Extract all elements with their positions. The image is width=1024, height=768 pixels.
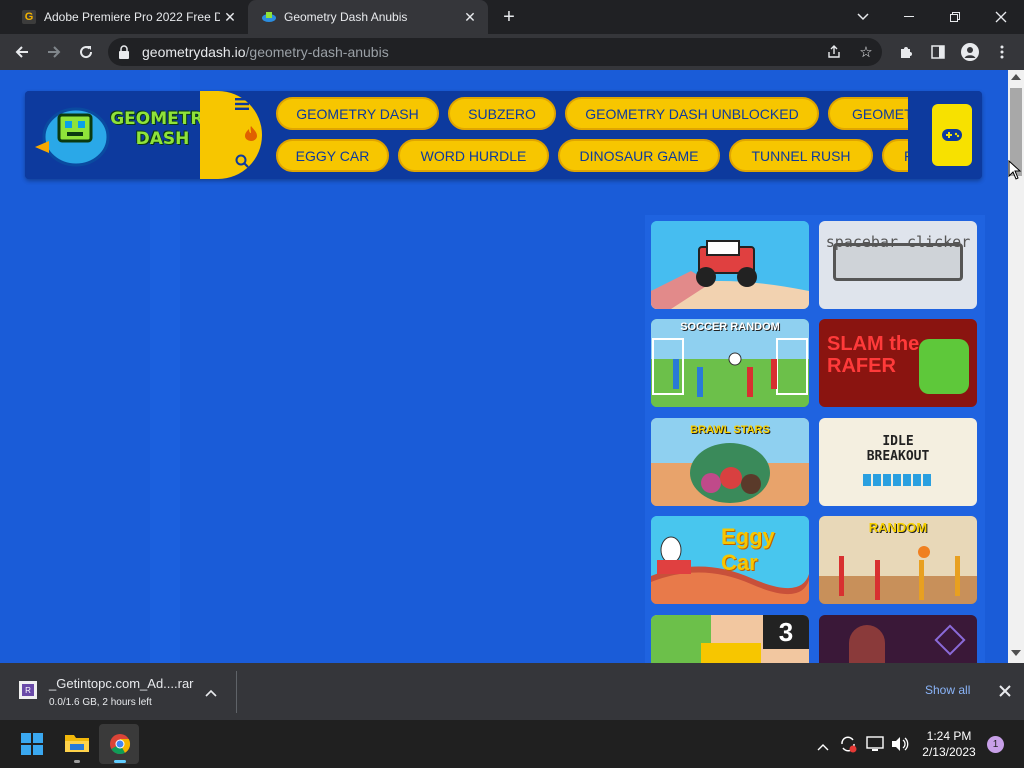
notification-count-badge[interactable]: 1 (987, 736, 1004, 753)
card-label: 3 (763, 615, 809, 649)
nav-links: GEOMETRY DASH SUBZERO GEOMETRY DASH UNBL… (272, 91, 908, 179)
card-label: IDLE BREAKOUT (866, 434, 930, 464)
site-logo[interactable]: GEOMETRY DASH (25, 91, 225, 179)
nav-link-geometry-dash-unblocked[interactable]: GEOMETRY DASH UNBLOCKED (565, 97, 819, 130)
geometry-dash-favicon-icon (262, 10, 276, 24)
close-window-button[interactable] (978, 0, 1024, 34)
sync-status-icon[interactable] (839, 735, 857, 753)
game-card-dark-game[interactable] (819, 615, 977, 663)
flame-hot-icon[interactable] (241, 123, 261, 143)
nav-link-eggy-car[interactable]: EGGY CAR (276, 139, 389, 172)
taskbar-active-indicator (114, 760, 126, 763)
mouse-cursor-icon (1008, 159, 1022, 180)
rar-file-icon: R (17, 679, 39, 701)
taskbar-indicator (74, 760, 80, 763)
card-label: Eggy Car (721, 524, 775, 575)
restore-button[interactable] (932, 0, 978, 34)
gamepad-icon (942, 129, 962, 141)
monster-truck-thumbnail (651, 221, 809, 309)
forward-arrow-icon[interactable] (42, 40, 66, 64)
extensions-puzzle-icon[interactable] (894, 40, 918, 64)
show-all-downloads-link[interactable]: Show all (925, 683, 970, 697)
card-label: BRAWL STARS (690, 424, 770, 436)
game-card-eggy-car[interactable]: Eggy Car (651, 516, 809, 604)
chrome-icon[interactable] (109, 733, 131, 755)
url-path: /geometry-dash-anubis (245, 44, 389, 60)
game-card-basket-random[interactable]: RANDOM (819, 516, 977, 604)
tab-search-chevron-icon[interactable] (840, 0, 886, 34)
tab-close-icon[interactable]: ✕ (460, 7, 480, 27)
url-domain: geometrydash.io (142, 44, 246, 60)
bookmark-star-icon[interactable]: ☆ (854, 40, 878, 64)
taskbar-date[interactable]: 2/13/2023 (920, 745, 978, 759)
nav-link-dinosaur-game[interactable]: DINOSAUR GAME (558, 139, 720, 172)
scroll-up-arrow-icon[interactable] (1011, 74, 1021, 80)
bus-graphic (701, 643, 761, 663)
share-icon[interactable] (822, 40, 846, 64)
nav-link-geometry-dash[interactable]: GEOMETRY DASH (276, 97, 439, 130)
svg-text:R: R (25, 686, 31, 695)
gamepad-button[interactable] (932, 104, 972, 166)
minimize-button[interactable] (886, 0, 932, 34)
download-options-chevron-icon[interactable] (205, 684, 221, 698)
tab-title: Adobe Premiere Pro 2022 Free D (44, 10, 220, 24)
url-text[interactable]: geometrydash.io/geometry-dash-anubis (142, 44, 389, 60)
nav-link-geometry-partial[interactable]: GEOMET (828, 97, 908, 130)
game-card-spacebar-clicker[interactable]: spacebar clicker (819, 221, 977, 309)
nav-link-tunnel-rush[interactable]: TUNNEL RUSH (729, 139, 873, 172)
game-card-monster-truck[interactable] (651, 221, 809, 309)
getintopc-favicon-icon: G (22, 10, 36, 24)
file-explorer-icon[interactable] (64, 732, 90, 756)
taskbar-time[interactable]: 1:24 PM (920, 729, 978, 743)
game-card-idle-breakout[interactable]: IDLE BREAKOUT (819, 418, 977, 506)
download-filename[interactable]: _Getintopc.com_Ad....rar (49, 676, 194, 691)
download-status: 0.0/1.6 GB, 2 hours left (49, 697, 152, 708)
card-label: SLAM the RAFER (827, 333, 920, 377)
game-card-brawl-stars[interactable]: BRAWL STARS (651, 418, 809, 506)
side-panel-icon[interactable] (926, 40, 950, 64)
character-graphic (849, 625, 885, 663)
nav-link-subzero[interactable]: SUBZERO (448, 97, 556, 130)
menu-kebab-icon[interactable] (990, 40, 1014, 64)
tab-geometry-dash-anubis[interactable]: Geometry Dash Anubis ✕ (248, 0, 488, 34)
game-card-bus-game[interactable]: 3 (651, 615, 809, 663)
new-tab-button[interactable]: + (497, 5, 521, 29)
tray-chevron-up-icon[interactable] (817, 738, 831, 751)
tab-close-icon[interactable]: ✕ (220, 7, 240, 27)
nav-link-partial[interactable]: F (882, 139, 908, 172)
search-icon[interactable] (232, 151, 252, 171)
scroll-down-arrow-icon[interactable] (1011, 650, 1021, 656)
card-label: spacebar clicker (825, 233, 971, 251)
windows-start-icon[interactable] (21, 733, 43, 755)
lock-icon[interactable] (118, 45, 130, 59)
volume-speaker-icon[interactable] (891, 736, 909, 752)
download-divider (236, 671, 237, 713)
card-label: SOCCER RANDOM (680, 321, 780, 333)
nav-link-word-hurdle[interactable]: WORD HURDLE (398, 139, 549, 172)
card-label: RANDOM (868, 520, 928, 535)
back-arrow-icon[interactable] (10, 40, 34, 64)
game-card-slam-the-rafer[interactable]: SLAM the RAFER (819, 319, 977, 407)
hamburger-menu-icon[interactable] (232, 94, 252, 114)
network-monitor-icon[interactable] (866, 736, 884, 752)
game-card-soccer-random[interactable]: SOCCER RANDOM (651, 319, 809, 407)
profile-avatar-icon[interactable] (958, 40, 982, 64)
reload-icon[interactable] (74, 40, 98, 64)
close-download-bar-icon[interactable] (999, 684, 1013, 698)
download-bar (0, 663, 1024, 720)
tab-title: Geometry Dash Anubis (284, 10, 408, 24)
crystal-graphic (934, 624, 966, 656)
breakout-bricks-graphic (863, 474, 933, 486)
tab-adobe-premiere[interactable]: G Adobe Premiere Pro 2022 Free D ✕ (8, 0, 248, 34)
